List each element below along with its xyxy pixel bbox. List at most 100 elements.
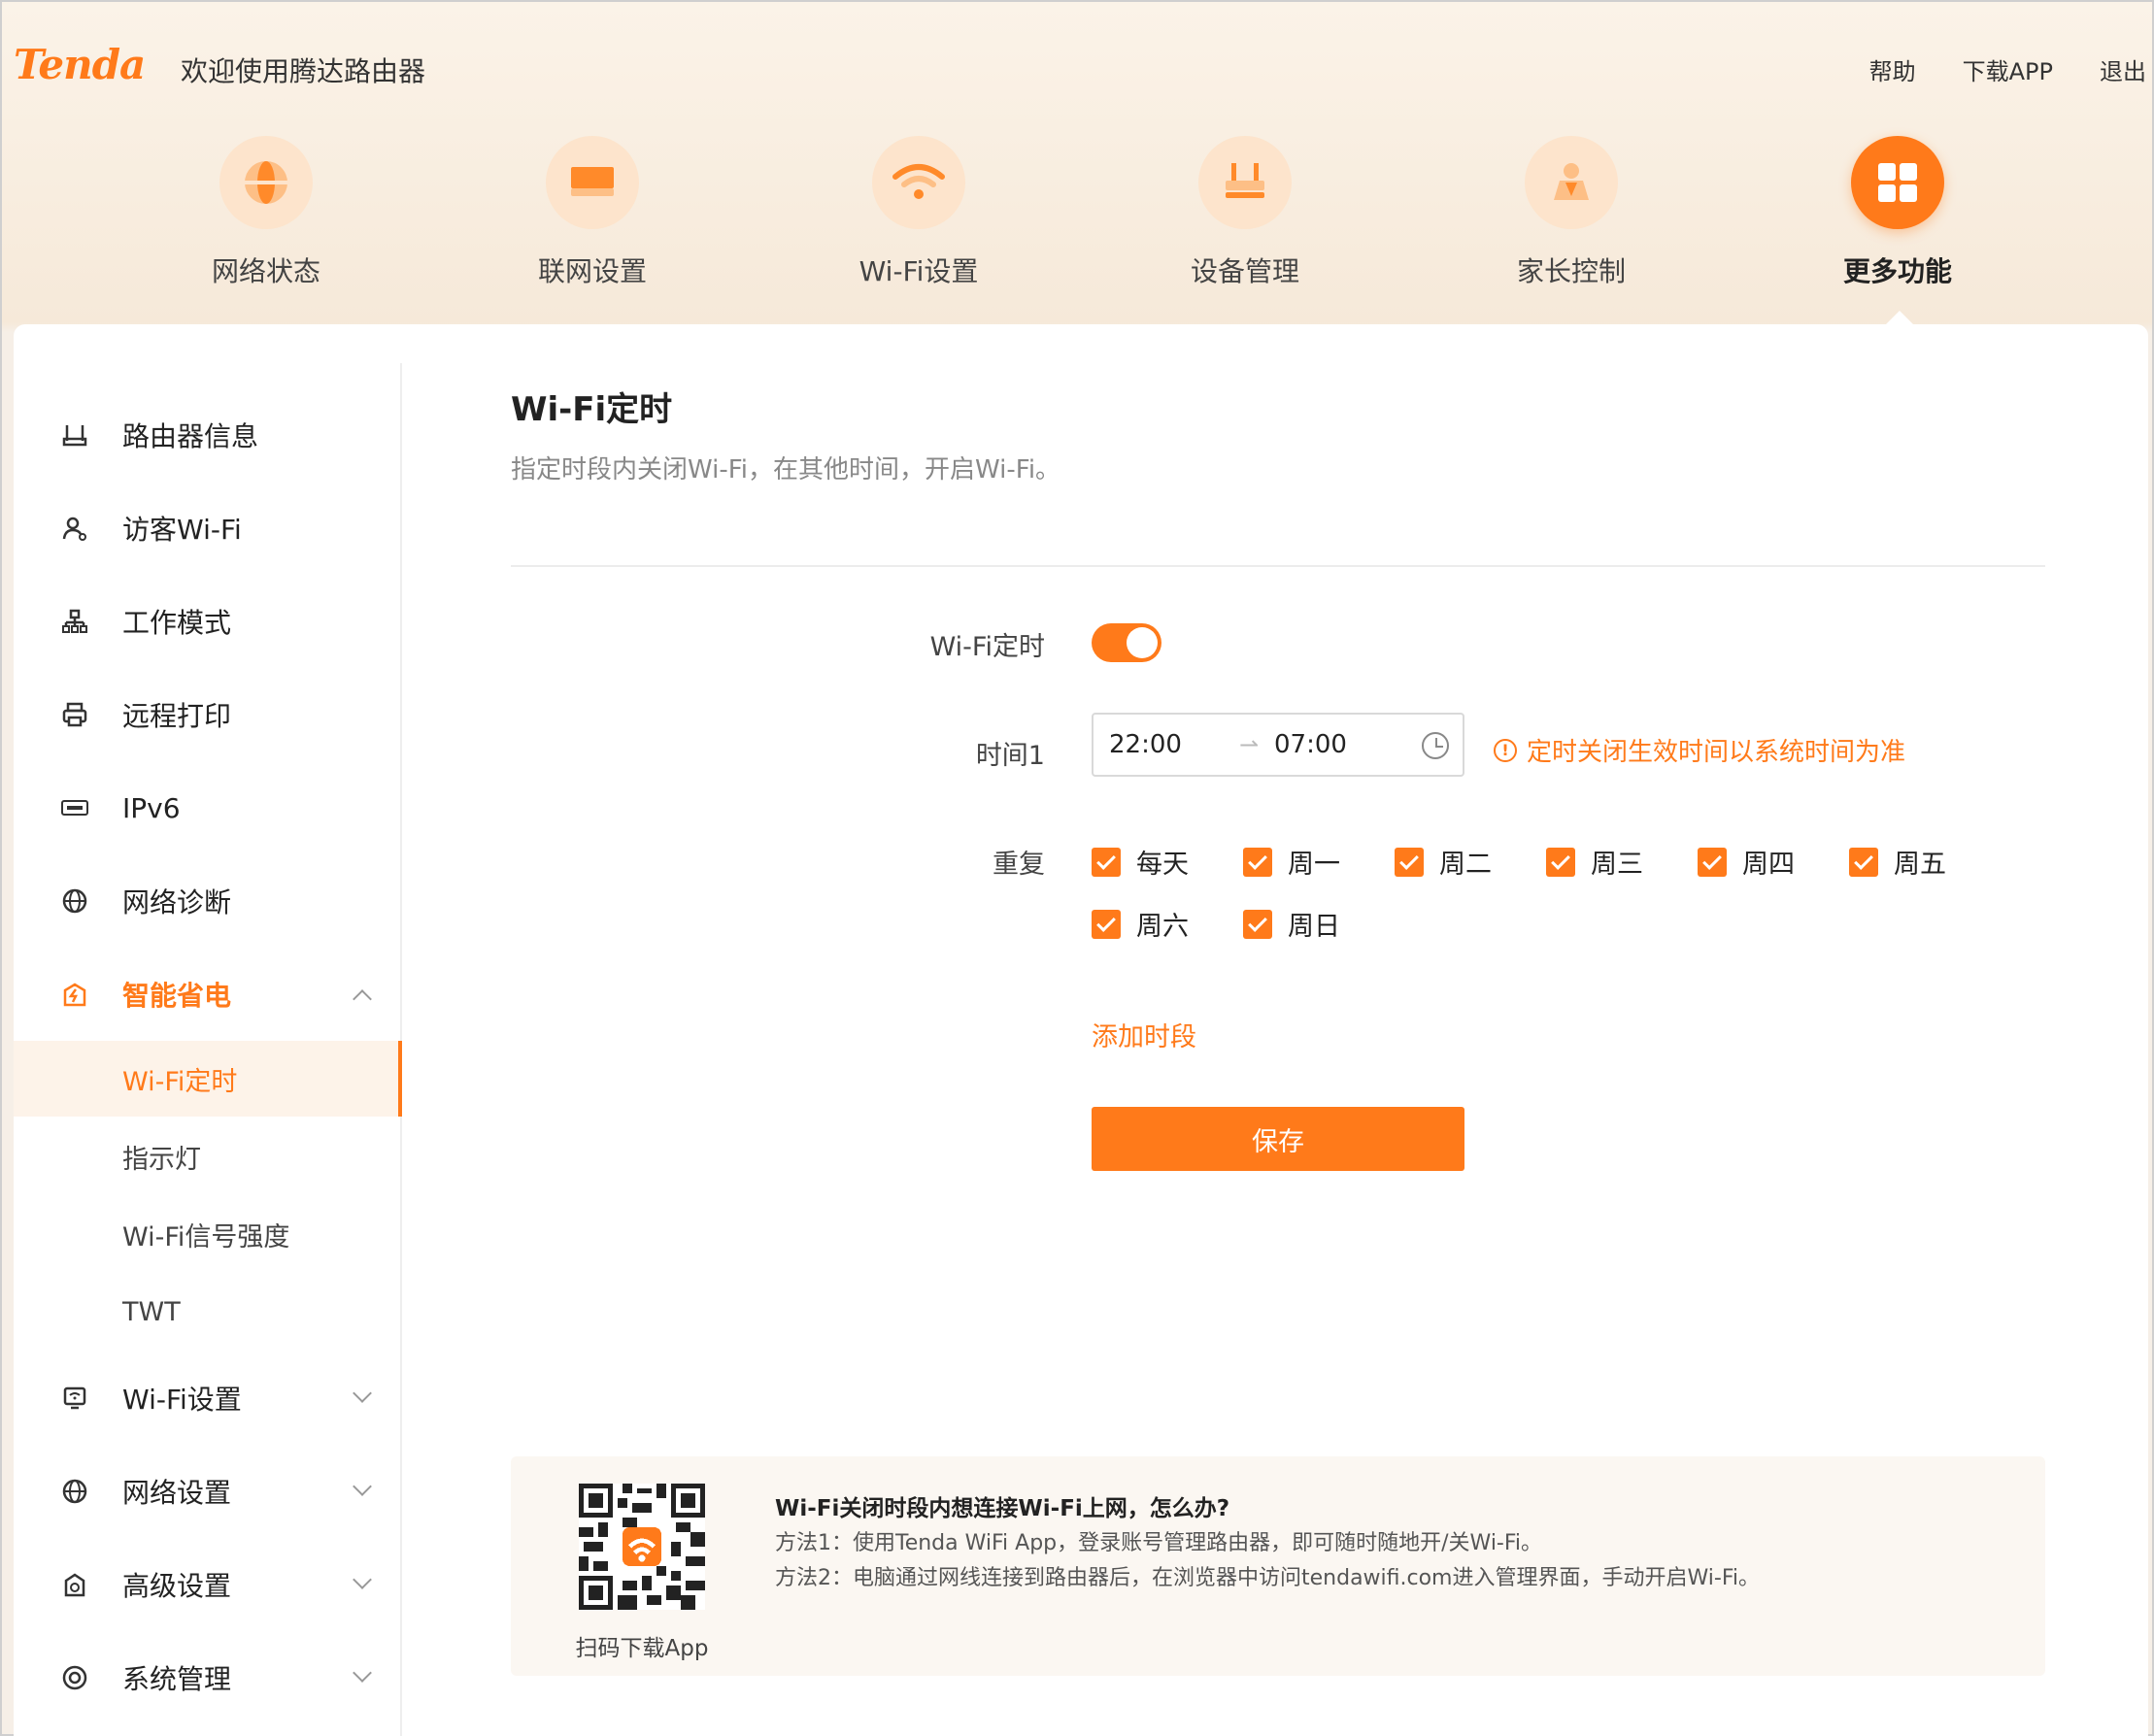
main-content: Wi-Fi定时 指定时段内关闭Wi-Fi，在其他时间，开启Wi-Fi。 Wi-F…: [511, 383, 2045, 1171]
sidebar-sub-wifi-signal[interactable]: Wi-Fi信号强度: [14, 1196, 402, 1272]
day-checkbox-mon[interactable]: 周一: [1243, 843, 1340, 881]
checkbox-checked-icon: [1395, 847, 1424, 877]
day-checkbox-wed[interactable]: 周三: [1546, 843, 1643, 881]
day-checkbox-fri[interactable]: 周五: [1849, 843, 1946, 881]
sidebar-sub-twt[interactable]: TWT: [14, 1274, 402, 1350]
help-title: Wi-Fi关闭时段内想连接Wi-Fi上网，怎么办?: [775, 1496, 1230, 1521]
diagnose-icon: [60, 886, 89, 916]
repeat-label: 重复: [993, 850, 1045, 880]
time-end[interactable]: 07:00: [1274, 730, 1347, 759]
help-method-2: 方法2：电脑通过网线连接到路由器后，在浏览器中访问tendawifi.com进入…: [775, 1566, 1760, 1590]
sidebar: 路由器信息 访客Wi-Fi 工作模式 远程打印 IPv6 网络诊断 智能省电 W…: [14, 363, 402, 1736]
sidebar-item-ipv6[interactable]: IPv6: [14, 769, 402, 847]
add-period-link[interactable]: 添加时段: [1092, 1016, 1196, 1053]
sidebar-sub-label: Wi-Fi定时: [122, 1066, 238, 1097]
router-info-icon: [60, 420, 89, 450]
app-frame: Tenda 欢迎使用腾达路由器 帮助 下载APP 退出 网络状态 联网设置 Wi…: [0, 0, 2154, 1736]
sidebar-item-remote-print[interactable]: 远程打印: [14, 676, 402, 753]
sidebar-sub-indicator-light[interactable]: 指示灯: [14, 1118, 402, 1194]
range-arrow-icon: ⇀: [1239, 731, 1260, 758]
time-range-picker[interactable]: 22:00 ⇀ 07:00: [1092, 713, 1464, 777]
sidebar-item-guest-wifi[interactable]: 访客Wi-Fi: [14, 489, 402, 567]
nav-device-management[interactable]: 设备管理: [1148, 136, 1342, 289]
checkbox-checked-icon: [1698, 847, 1727, 877]
nav-parental-control[interactable]: 家长控制: [1474, 136, 1668, 289]
save-button[interactable]: 保存: [1092, 1107, 1464, 1171]
sidebar-item-wifi-settings[interactable]: Wi-Fi设置: [14, 1359, 402, 1437]
chevron-down-icon: [353, 1477, 372, 1496]
download-app-link[interactable]: 下载APP: [1963, 52, 2053, 86]
divider: [511, 565, 2045, 567]
nav-wifi-settings[interactable]: Wi-Fi设置: [822, 136, 1016, 289]
advanced-icon: [60, 1570, 89, 1599]
checkbox-label: 周六: [1136, 912, 1189, 942]
sidebar-sub-wifi-schedule[interactable]: Wi-Fi定时: [14, 1041, 402, 1117]
nav-network-status[interactable]: 网络状态: [169, 136, 363, 289]
nav-label: 设备管理: [1190, 255, 1299, 287]
chevron-up-icon: [353, 989, 372, 1009]
wifi-schedule-toggle[interactable]: [1092, 623, 1161, 662]
day-checkbox-sat[interactable]: 周六: [1092, 905, 1189, 943]
checkbox-label: 周一: [1288, 850, 1340, 880]
checkbox-checked-icon: [1092, 909, 1121, 939]
day-checkbox-everyday[interactable]: 每天: [1092, 843, 1189, 881]
wifi-schedule-toggle-label: Wi-Fi定时: [929, 632, 1045, 662]
checkbox-label: 周二: [1439, 850, 1492, 880]
chevron-down-icon: [353, 1384, 372, 1403]
warning-icon: !: [1494, 738, 1517, 762]
chevron-down-icon: [353, 1570, 372, 1589]
top-links: 帮助 下载APP 退出: [1869, 52, 2152, 86]
sidebar-sub-label: Wi-Fi信号强度: [122, 1221, 290, 1252]
sidebar-item-router-info[interactable]: 路由器信息: [14, 396, 402, 474]
globe-icon: [219, 136, 313, 229]
content-panel: 路由器信息 访客Wi-Fi 工作模式 远程打印 IPv6 网络诊断 智能省电 W…: [14, 324, 2148, 1736]
warning-text: 定时关闭生效时间以系统时间为准: [1527, 738, 1906, 767]
nav-label: 更多功能: [1842, 255, 1952, 287]
toggle-knob: [1127, 627, 1158, 658]
day-checkbox-sun[interactable]: 周日: [1243, 905, 1340, 943]
clock-icon[interactable]: [1422, 732, 1449, 759]
sidebar-item-label: 系统管理: [122, 1663, 232, 1695]
nav-more-features[interactable]: 更多功能: [1801, 136, 1995, 289]
grid-icon: [1851, 136, 1944, 229]
checkbox-label: 周三: [1591, 850, 1643, 880]
checkbox-checked-icon: [1243, 909, 1272, 939]
nav-active-pointer: [1886, 311, 1913, 324]
day-checkbox-tue[interactable]: 周二: [1395, 843, 1492, 881]
sidebar-item-label: 网络设置: [122, 1477, 232, 1509]
checkbox-label: 周日: [1288, 912, 1340, 942]
wifi-icon: [872, 136, 965, 229]
sidebar-item-label: 高级设置: [122, 1570, 232, 1602]
nav-label: Wi-Fi设置: [858, 255, 979, 287]
printer-icon: [60, 700, 89, 729]
sidebar-item-label: 工作模式: [122, 607, 232, 639]
parent-icon: [1525, 136, 1618, 229]
sidebar-sub-label: TWT: [122, 1296, 181, 1327]
nav-internet-settings[interactable]: 联网设置: [495, 136, 690, 289]
sidebar-item-power-save[interactable]: 智能省电: [14, 955, 402, 1033]
sidebar-item-network-settings[interactable]: 网络设置: [14, 1452, 402, 1530]
day-checkbox-thu[interactable]: 周四: [1698, 843, 1795, 881]
qr-code-icon: [579, 1484, 705, 1610]
sidebar-item-system[interactable]: 系统管理: [14, 1639, 402, 1717]
nav-label: 网络状态: [211, 255, 320, 287]
nav-label: 联网设置: [537, 255, 647, 287]
time-start[interactable]: 22:00: [1109, 730, 1182, 759]
monitor-icon: [546, 136, 639, 229]
logout-link[interactable]: 退出: [2100, 52, 2146, 86]
tenda-logo: Tenda: [14, 41, 146, 88]
router-icon: [1198, 136, 1292, 229]
help-link[interactable]: 帮助: [1869, 52, 1916, 86]
power-save-icon: [60, 980, 89, 1009]
sidebar-item-advanced[interactable]: 高级设置: [14, 1546, 402, 1623]
guest-icon: [60, 514, 89, 543]
checkbox-checked-icon: [1092, 847, 1121, 877]
help-method-1: 方法1：使用Tenda WiFi App，登录账号管理路由器，即可随时随地开/关…: [775, 1531, 1543, 1555]
qr-label: 扫码下载App: [575, 1636, 709, 1661]
sidebar-item-label: 智能省电: [122, 980, 232, 1012]
sidebar-item-work-mode[interactable]: 工作模式: [14, 583, 402, 660]
welcome-text: 欢迎使用腾达路由器: [181, 55, 426, 87]
sidebar-item-diagnose[interactable]: 网络诊断: [14, 862, 402, 940]
chevron-down-icon: [353, 1663, 372, 1683]
page-title: Wi-Fi定时: [511, 390, 673, 429]
